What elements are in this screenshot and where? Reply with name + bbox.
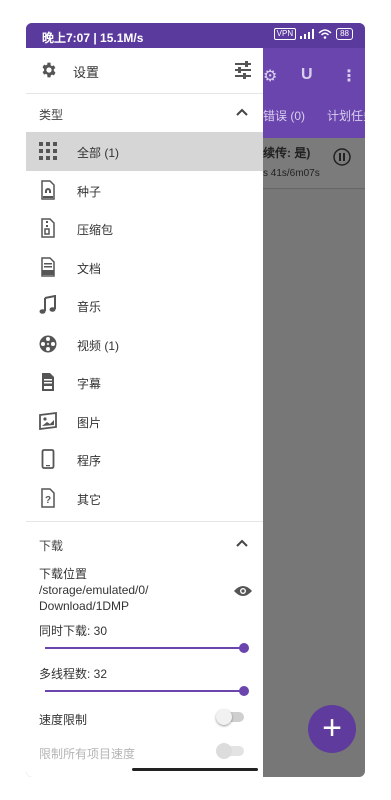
download-section-label: 下载 [39, 539, 64, 553]
row-detail: s 41s/6m07s [263, 168, 320, 179]
eye-icon[interactable] [233, 584, 253, 598]
grid-icon [39, 142, 57, 160]
download-location-label: 下载位置 [39, 567, 88, 581]
category-label: 文档 [77, 261, 102, 276]
settings-title: 设置 [73, 65, 100, 80]
doc-file-icon [41, 256, 55, 277]
drawer-header[interactable]: 设置 [26, 48, 263, 94]
svg-text:?: ? [45, 495, 51, 506]
film-reel-icon [39, 335, 57, 352]
category-label: 图片 [77, 415, 102, 430]
speed-limit-all-switch [216, 743, 244, 759]
wifi-icon [318, 29, 332, 39]
tune-icon[interactable] [234, 61, 252, 79]
download-location[interactable]: 下载位置 /storage/emulated/0/ Download/1DMP [39, 566, 263, 614]
category-label: 视频 (1) [77, 338, 120, 353]
category-item-torrent[interactable]: 种子 [26, 171, 263, 210]
category-label: 压缩包 [77, 223, 114, 237]
background-tabs: 错误 (0) 计划任务 [263, 105, 365, 135]
concurrent-downloads-slider[interactable] [39, 639, 263, 657]
download-location-path: /storage/emulated/0/ [39, 583, 149, 597]
subtitle-file-icon [42, 373, 54, 391]
chevron-up-icon [236, 539, 248, 547]
slider-thumb[interactable] [239, 643, 249, 653]
torrent-file-icon [41, 179, 55, 200]
slider-thumb[interactable] [239, 686, 249, 696]
download-section-header[interactable]: 下载 [26, 522, 263, 566]
tab-plan: 计划任务 [327, 109, 365, 123]
speed-limit-all-row: 限制所有项目速度 [39, 734, 263, 768]
category-label: 程序 [77, 454, 102, 468]
music-note-icon [39, 295, 56, 314]
speed-limit-all-label: 限制所有项目速度 [39, 747, 136, 761]
category-item-archive[interactable]: 压缩包 [26, 209, 263, 248]
category-item-all[interactable]: 全部 (1) [26, 132, 263, 171]
category-label: 种子 [77, 184, 102, 199]
slider-track [45, 690, 245, 692]
download-location-path-2: Download/1DMP [39, 599, 130, 613]
category-item-program[interactable]: 程序 [26, 440, 263, 479]
types-section-header[interactable]: 类型 [26, 94, 263, 132]
unknown-file-icon: ? [41, 487, 55, 508]
magnet-icon: U [301, 66, 313, 83]
navigation-drawer: 设置 类型 全部 (1) 种子 压缩包 文档 音乐 视频 (1) 字幕 图片 程… [26, 48, 263, 777]
settings-icon: ⚙ [263, 68, 278, 85]
signal-icon [300, 29, 315, 39]
home-indicator[interactable] [132, 768, 258, 771]
category-item-subtitle[interactable]: 字幕 [26, 363, 263, 402]
archive-file-icon [41, 218, 55, 238]
status-time: 晚上7:07 | 15.1M/s [42, 31, 144, 45]
switch-knob [216, 743, 232, 759]
battery-indicator: 88 [336, 28, 353, 40]
gear-icon [42, 62, 56, 78]
phone-screen: 晚上7:07 | 15.1M/s VPN 88 ⚙ U ⋮ 错误 (0) 计划任… [26, 23, 365, 777]
speed-limit-row[interactable]: 速度限制 [39, 700, 263, 734]
category-label: 音乐 [77, 300, 102, 314]
status-icons: VPN 88 [273, 28, 353, 40]
row-title: 续传: 是) [263, 146, 311, 160]
category-item-image[interactable]: 图片 [26, 402, 263, 441]
add-download-button[interactable]: + [308, 705, 356, 753]
category-label: 全部 (1) [77, 146, 120, 160]
phone-icon [41, 449, 55, 469]
thread-count-slider[interactable] [39, 682, 263, 700]
status-bar: 晚上7:07 | 15.1M/s VPN 88 [26, 23, 365, 48]
slider-track [45, 647, 245, 649]
category-item-document[interactable]: 文档 [26, 248, 263, 287]
more-vert-icon: ⋮ [341, 68, 357, 85]
category-label: 其它 [77, 492, 102, 507]
download-settings: 下载位置 /storage/emulated/0/ Download/1DMP … [26, 566, 263, 768]
image-icon [39, 411, 57, 430]
category-item-music[interactable]: 音乐 [26, 286, 263, 325]
switch-knob [216, 709, 232, 725]
category-item-other[interactable]: ? 其它 [26, 479, 263, 518]
concurrent-downloads-label: 同时下载: 30 [39, 624, 108, 638]
speed-limit-label: 速度限制 [39, 713, 88, 727]
category-label: 字幕 [77, 377, 102, 391]
thread-count-label: 多线程数: 32 [39, 667, 108, 681]
pause-icon [333, 148, 351, 166]
background-download-row: 续传: 是) s 41s/6m07s [263, 138, 365, 189]
speed-limit-switch[interactable] [216, 709, 244, 725]
tab-error: 错误 (0) [263, 109, 306, 123]
types-section-label: 类型 [39, 108, 64, 122]
vpn-badge: VPN [273, 28, 297, 40]
category-item-video[interactable]: 视频 (1) [26, 325, 263, 364]
chevron-up-icon [236, 108, 248, 116]
